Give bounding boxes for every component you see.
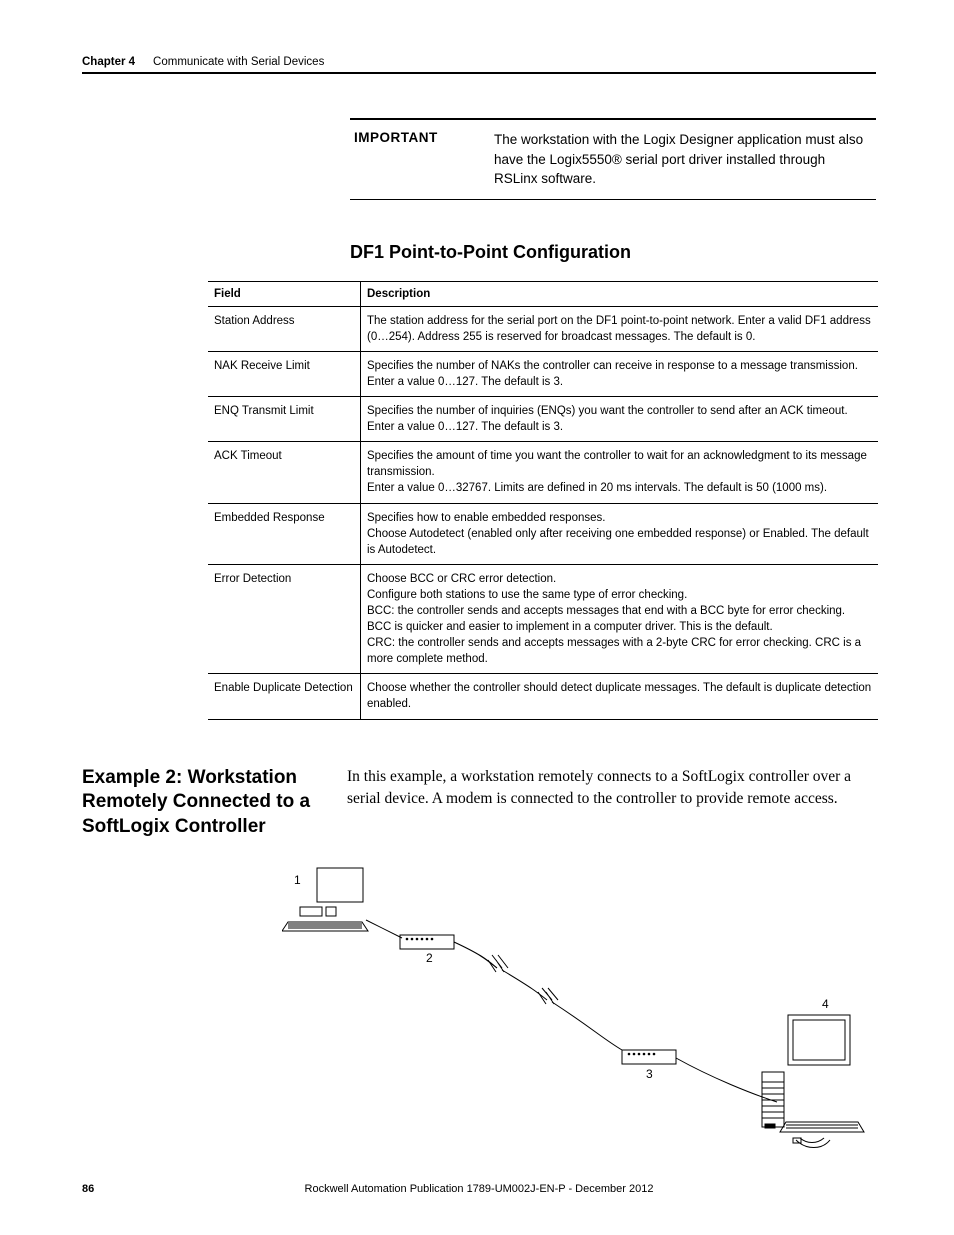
field-cell: NAK Receive Limit	[208, 351, 361, 396]
config-table: Field Description Station AddressThe sta…	[208, 281, 878, 720]
table-row: NAK Receive LimitSpecifies the number of…	[208, 351, 878, 396]
table-row: Error DetectionChoose BCC or CRC error d…	[208, 564, 878, 674]
desc-cell: Specifies the amount of time you want th…	[361, 442, 879, 503]
table-header-row: Field Description	[208, 281, 878, 306]
table-row: ACK TimeoutSpecifies the amount of time …	[208, 442, 878, 503]
page-footer: 86 Rockwell Automation Publication 1789-…	[82, 1183, 876, 1195]
field-cell: ENQ Transmit Limit	[208, 397, 361, 442]
diagram-label-4: 4	[822, 997, 829, 1011]
desc-cell: Specifies how to enable embedded respons…	[361, 503, 879, 564]
table-row: Embedded ResponseSpecifies how to enable…	[208, 503, 878, 564]
table-row: Station AddressThe station address for t…	[208, 306, 878, 351]
example-body: In this example, a workstation remotely …	[347, 766, 876, 840]
desc-cell: Specifies the number of NAKs the control…	[361, 351, 879, 396]
example-heading: Example 2: Workstation Remotely Connecte…	[82, 766, 317, 840]
table-row: Enable Duplicate DetectionChoose whether…	[208, 674, 878, 719]
important-callout: IMPORTANT The workstation with the Logix…	[350, 118, 876, 200]
col-desc: Description	[361, 281, 879, 306]
field-cell: Embedded Response	[208, 503, 361, 564]
running-header: Chapter 4 Communicate with Serial Device…	[82, 56, 876, 68]
network-diagram: 1 2 3 4	[282, 860, 876, 1160]
desc-cell: Choose BCC or CRC error detection.Config…	[361, 564, 879, 674]
section-heading: DF1 Point-to-Point Configuration	[350, 242, 876, 263]
diagram-label-1: 1	[294, 873, 301, 887]
desc-cell: Choose whether the controller should det…	[361, 674, 879, 719]
diagram-label-3: 3	[646, 1067, 653, 1081]
field-cell: Enable Duplicate Detection	[208, 674, 361, 719]
publication-info: Rockwell Automation Publication 1789-UM0…	[305, 1183, 654, 1195]
page-number: 86	[82, 1183, 94, 1195]
col-field: Field	[208, 281, 361, 306]
diagram-label-2: 2	[426, 951, 433, 965]
header-rule	[82, 72, 876, 74]
desc-cell: Specifies the number of inquiries (ENQs)…	[361, 397, 879, 442]
chapter-title: Communicate with Serial Devices	[153, 56, 324, 68]
field-cell: Station Address	[208, 306, 361, 351]
table-row: ENQ Transmit LimitSpecifies the number o…	[208, 397, 878, 442]
field-cell: Error Detection	[208, 564, 361, 674]
field-cell: ACK Timeout	[208, 442, 361, 503]
important-text: The workstation with the Logix Designer …	[494, 130, 872, 189]
important-label: IMPORTANT	[354, 130, 494, 189]
chapter-label: Chapter 4	[82, 56, 135, 68]
desc-cell: The station address for the serial port …	[361, 306, 879, 351]
